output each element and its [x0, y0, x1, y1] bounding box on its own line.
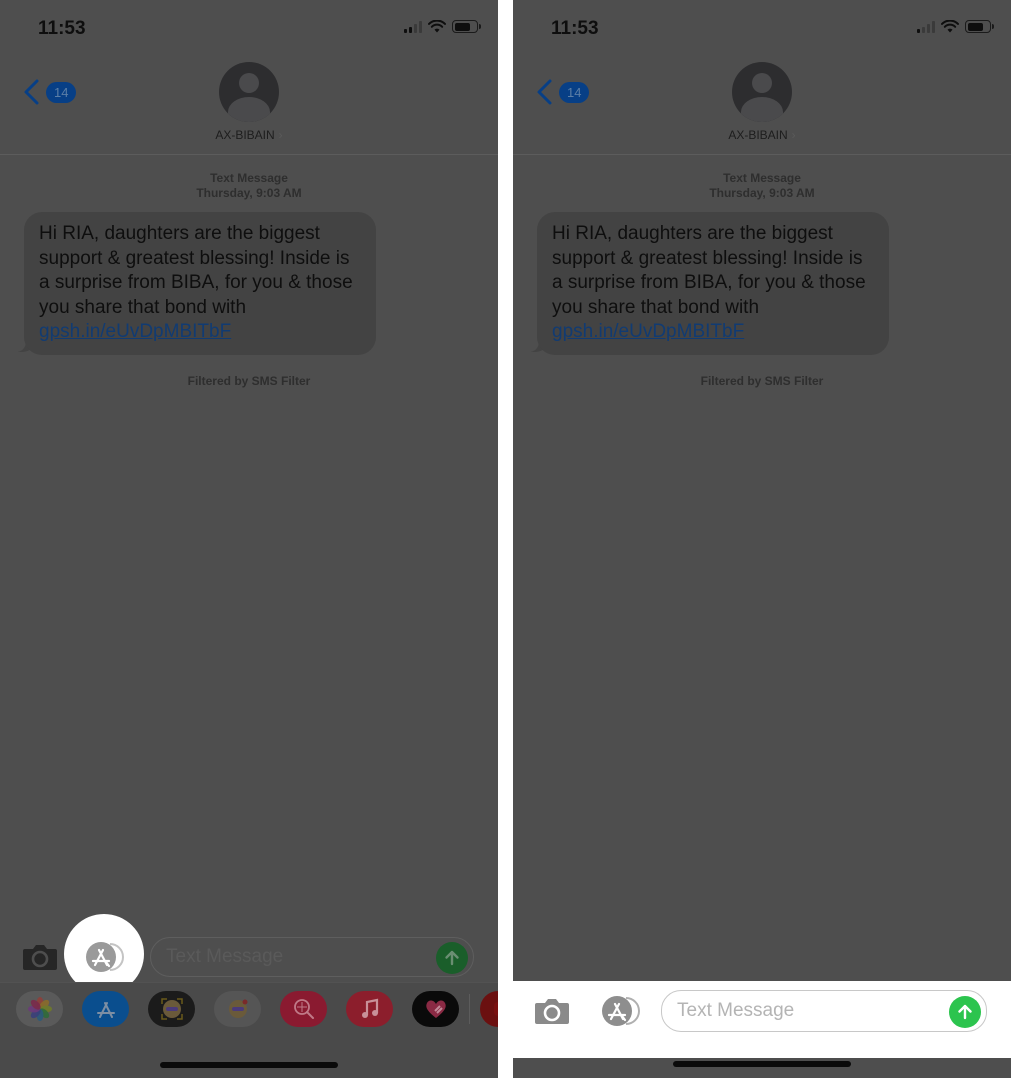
- message-input[interactable]: Text Message: [150, 937, 474, 977]
- battery-icon: [965, 20, 994, 33]
- message-text: Hi RIA, daughters are the biggest suppor…: [39, 223, 353, 318]
- message-type-label: Text Message: [210, 171, 288, 185]
- message-input-bar: Text Message: [513, 981, 1011, 1058]
- message-input[interactable]: Text Message: [661, 990, 987, 1032]
- wifi-icon: [428, 20, 446, 33]
- app-drawer-item-music[interactable]: [346, 991, 393, 1027]
- app-store-icon: [94, 997, 118, 1021]
- photos-icon: [27, 997, 52, 1021]
- cellular-signal-icon: [917, 20, 935, 33]
- app-drawer-item-youtube[interactable]: [480, 991, 498, 1027]
- message-text: Hi RIA, daughters are the biggest suppor…: [552, 223, 866, 318]
- message-input-bar: Text Message: [0, 934, 498, 980]
- message-link[interactable]: gpsh.in/eUvDpMBITbF: [552, 320, 874, 345]
- app-store-icon: [602, 996, 640, 1026]
- send-button[interactable]: [949, 996, 981, 1028]
- app-drawer-item-app-store[interactable]: [82, 991, 129, 1027]
- header-divider: [0, 154, 498, 155]
- home-indicator[interactable]: [160, 1062, 338, 1068]
- app-drawer-item-photos[interactable]: [16, 991, 63, 1027]
- header-divider: [513, 154, 1011, 155]
- contact-name-label: AX-BIBAIN: [215, 128, 275, 142]
- home-indicator[interactable]: [673, 1061, 851, 1067]
- avatar[interactable]: [219, 62, 279, 122]
- digital-touch-icon: [423, 997, 449, 1021]
- arrow-up-icon: [445, 950, 459, 966]
- youtube-icon: [492, 999, 498, 1019]
- filtered-note: Filtered by SMS Filter: [700, 374, 824, 388]
- camera-button[interactable]: [534, 997, 570, 1025]
- message-bubble[interactable]: Hi RIA, daughters are the biggest suppor…: [537, 212, 889, 355]
- message-meta: Text Message Thursday, 9:03 AM: [0, 171, 498, 201]
- message-bubble[interactable]: Hi RIA, daughters are the biggest suppor…: [24, 212, 376, 355]
- message-timestamp: Thursday, 9:03 AM: [196, 186, 302, 200]
- image-search-icon: [291, 996, 317, 1022]
- status-time: 11:53: [38, 18, 86, 39]
- status-icons: [917, 20, 994, 33]
- contact-name[interactable]: AX-BIBAIN ›: [215, 128, 282, 142]
- contact-header[interactable]: AX-BIBAIN ›: [0, 62, 498, 142]
- camera-button[interactable]: [22, 943, 58, 971]
- battery-icon: [452, 20, 481, 33]
- chevron-right-icon: ›: [791, 128, 796, 142]
- message-timestamp: Thursday, 9:03 AM: [709, 186, 815, 200]
- app-drawer-separator: [469, 994, 470, 1024]
- status-time: 11:53: [551, 18, 599, 39]
- message-meta: Text Message Thursday, 9:03 AM: [513, 171, 1011, 201]
- status-icons: [404, 20, 481, 33]
- animoji-icon: [225, 996, 251, 1022]
- app-drawer-list: [16, 991, 498, 1027]
- music-icon: [359, 997, 381, 1021]
- cellular-signal-icon: [404, 20, 422, 33]
- send-button[interactable]: [436, 942, 468, 974]
- app-drawer-item-search-images[interactable]: [280, 991, 327, 1027]
- avatar[interactable]: [732, 62, 792, 122]
- memoji-icon: [159, 996, 185, 1022]
- contact-name-label: AX-BIBAIN: [728, 128, 788, 142]
- app-drawer-item-memoji-stickers[interactable]: [148, 991, 195, 1027]
- message-type-label: Text Message: [723, 171, 801, 185]
- screen-right: 11:53 14 AX-BIBAIN › Text Message Thursd…: [513, 0, 1011, 1078]
- arrow-up-icon: [958, 1004, 972, 1020]
- app-store-button[interactable]: [82, 940, 126, 974]
- app-drawer-item-animoji[interactable]: [214, 991, 261, 1027]
- message-link[interactable]: gpsh.in/eUvDpMBITbF: [39, 320, 361, 345]
- contact-name[interactable]: AX-BIBAIN ›: [728, 128, 795, 142]
- wifi-icon: [941, 20, 959, 33]
- app-drawer-item-digital-touch[interactable]: [412, 991, 459, 1027]
- contact-header[interactable]: AX-BIBAIN ›: [513, 62, 1011, 142]
- app-store-icon: [86, 942, 124, 972]
- message-input-placeholder: Text Message: [166, 946, 284, 967]
- chevron-right-icon: ›: [278, 128, 283, 142]
- screen-left: 11:53 14 AX-BIBAIN › Text Message Thursd…: [0, 0, 498, 1078]
- filtered-note: Filtered by SMS Filter: [187, 374, 311, 388]
- message-input-placeholder: Text Message: [677, 1000, 795, 1021]
- app-store-button[interactable]: [598, 994, 642, 1028]
